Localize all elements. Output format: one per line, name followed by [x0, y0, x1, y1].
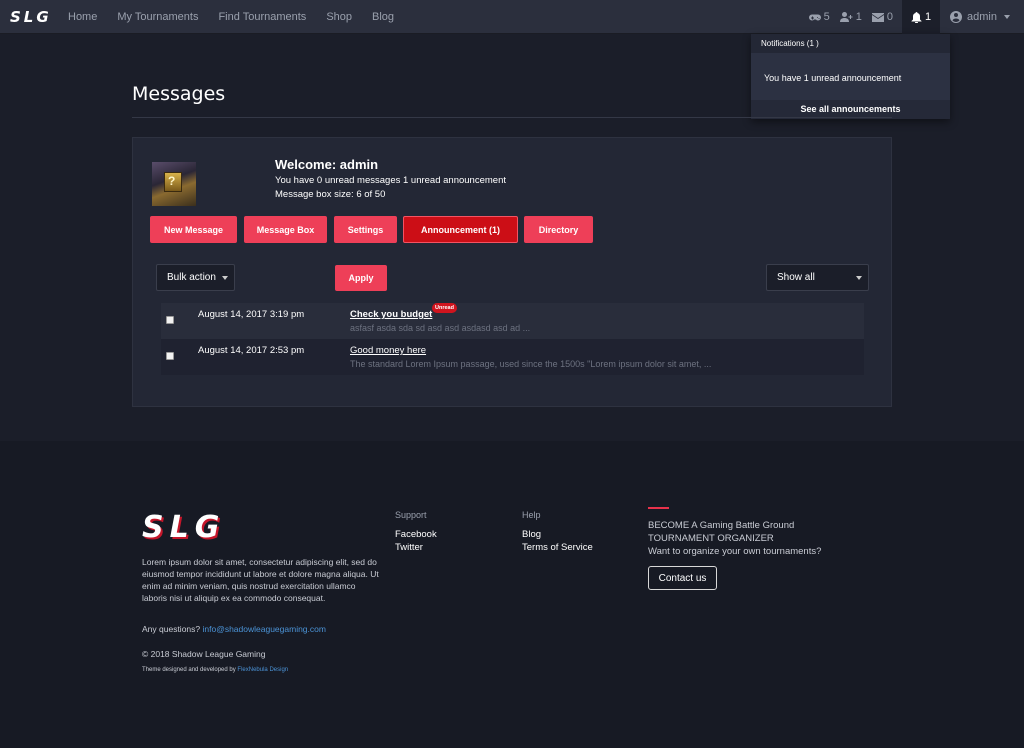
chevron-down-icon: [1004, 15, 1010, 19]
nav-shop[interactable]: Shop: [316, 0, 362, 34]
footer-copyright: © 2018 Shadow League Gaming: [142, 649, 266, 659]
show-filter-value: Show all: [777, 272, 815, 283]
accent-divider: [648, 507, 669, 509]
messages-count: 0: [886, 11, 894, 23]
nav-blog[interactable]: Blog: [362, 0, 404, 34]
settings-button[interactable]: Settings: [334, 216, 397, 243]
notifications-toggle[interactable]: 1: [902, 0, 941, 34]
list-item[interactable]: August 14, 2017 2:53 pm Good money here …: [161, 339, 864, 375]
main-nav: Home My Tournaments Find Tournaments Sho…: [58, 0, 404, 34]
notification-item[interactable]: You have 1 unread announcement: [751, 53, 950, 100]
notifications-count: 1: [924, 11, 932, 23]
bulk-action-value: Bulk action: [167, 272, 216, 283]
messages-panel: ? Welcome: admin You have 0 unread messa…: [132, 137, 892, 407]
show-filter-select[interactable]: Show all: [766, 264, 869, 291]
row-checkbox[interactable]: [166, 316, 174, 324]
page-title: Messages: [132, 83, 226, 105]
friends-stat[interactable]: 1: [835, 0, 867, 34]
questions-label: Any questions?: [142, 624, 201, 634]
terms-link[interactable]: Terms of Service: [522, 542, 593, 553]
organizer-promo: BECOME A Gaming Battle Ground TOURNAMENT…: [648, 519, 848, 558]
messages-list: August 14, 2017 3:19 pm Check you budget…: [161, 303, 864, 375]
chevron-down-icon: [856, 276, 862, 280]
nav-right: 5 1 0 1 admin: [804, 0, 1024, 34]
avatar: ?: [152, 162, 196, 206]
facebook-link[interactable]: Facebook: [395, 529, 437, 540]
new-message-button[interactable]: New Message: [150, 216, 237, 243]
message-preview: asfasf asda sda sd asd asd asdasd asd ad…: [350, 323, 531, 333]
chevron-down-icon: [222, 276, 228, 280]
question-mark-icon: ?: [168, 174, 176, 188]
footer-logo[interactable]: SLG: [142, 510, 225, 545]
gamepad-icon: [808, 14, 821, 20]
message-box-button[interactable]: Message Box: [244, 216, 327, 243]
theme-credit-link[interactable]: FlexNebula Design: [237, 667, 288, 673]
footer-about-text: Lorem ipsum dolor sit amet, consectetur …: [142, 557, 379, 603]
box-size-info: Message box size: 6 of 50: [275, 189, 386, 200]
messages-stat[interactable]: 0: [867, 0, 898, 34]
twitter-link[interactable]: Twitter: [395, 542, 423, 553]
user-circle-icon: [950, 11, 963, 23]
user-plus-icon: [839, 12, 853, 22]
footer-credit: Theme designed and developed by FlexNebu…: [142, 667, 288, 673]
nav-find-tournaments[interactable]: Find Tournaments: [208, 0, 316, 34]
games-stat[interactable]: 5: [804, 0, 835, 34]
help-heading: Help: [522, 510, 541, 520]
friends-count: 1: [855, 11, 862, 23]
message-date: August 14, 2017 2:53 pm: [198, 345, 305, 356]
apply-button[interactable]: Apply: [335, 265, 387, 291]
directory-button[interactable]: Directory: [524, 216, 593, 243]
message-preview: The standard Lorem Ipsum passage, used s…: [350, 359, 712, 369]
theme-credit-label: Theme designed and developed by: [142, 667, 236, 673]
nav-home[interactable]: Home: [58, 0, 107, 34]
bell-icon: [911, 11, 922, 23]
user-name: admin: [967, 11, 997, 23]
nav-my-tournaments[interactable]: My Tournaments: [107, 0, 208, 34]
title-divider: [132, 117, 892, 118]
site-footer: SLG Lorem ipsum dolor sit amet, consecte…: [0, 441, 1024, 748]
message-date: August 14, 2017 3:19 pm: [198, 309, 305, 320]
contact-us-button[interactable]: Contact us: [648, 566, 717, 590]
message-subject-link[interactable]: Good money here: [350, 345, 426, 356]
games-count: 5: [823, 11, 830, 23]
promo-line-1: BECOME A Gaming Battle Ground: [648, 520, 795, 531]
welcome-heading: Welcome: admin: [275, 157, 379, 172]
notifications-dropdown: Notifications (1 ) You have 1 unread ann…: [751, 34, 950, 119]
unread-badge: Unread: [432, 303, 457, 313]
contact-email-link[interactable]: info@shadowleaguegaming.com: [203, 624, 326, 634]
promo-line-3: Want to organize your own tournaments?: [648, 546, 822, 557]
user-menu[interactable]: admin: [940, 0, 1024, 34]
support-heading: Support: [395, 510, 427, 520]
notifications-header: Notifications (1 ): [761, 39, 819, 48]
list-item[interactable]: August 14, 2017 3:19 pm Check you budget…: [161, 303, 864, 339]
top-navbar: SLG Home My Tournaments Find Tournaments…: [0, 0, 1024, 34]
brand-logo[interactable]: SLG: [10, 8, 52, 26]
blog-link[interactable]: Blog: [522, 529, 541, 540]
announcement-button[interactable]: Announcement (1): [403, 216, 518, 243]
bulk-action-select[interactable]: Bulk action: [156, 264, 235, 291]
promo-line-2: TOURNAMENT ORGANIZER: [648, 533, 774, 544]
unread-info: You have 0 unread messages 1 unread anno…: [275, 175, 506, 186]
envelope-icon: [871, 12, 884, 22]
message-subject-link[interactable]: Check you budget: [350, 309, 432, 320]
row-checkbox[interactable]: [166, 352, 174, 360]
footer-questions: Any questions? info@shadowleaguegaming.c…: [142, 624, 326, 634]
